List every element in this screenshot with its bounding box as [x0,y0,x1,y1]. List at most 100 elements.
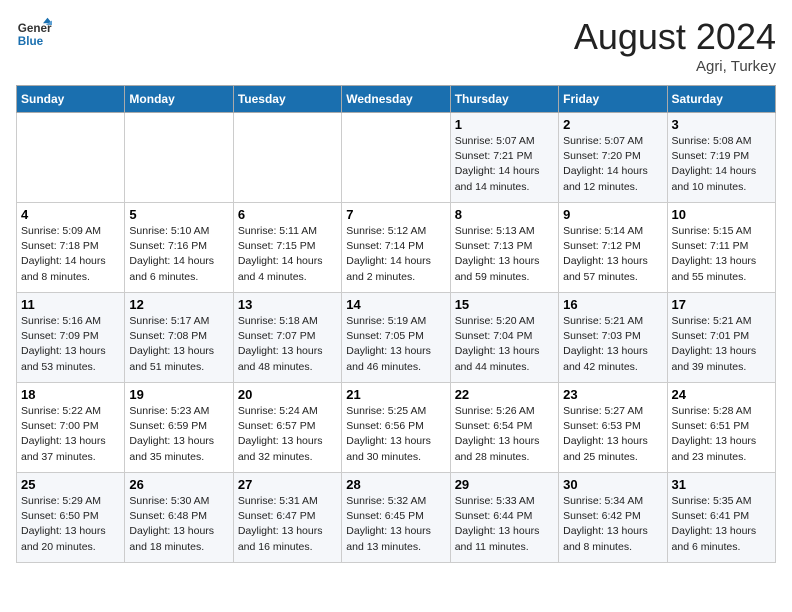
calendar-week-row: 11 Sunrise: 5:16 AM Sunset: 7:09 PM Dayli… [17,293,776,383]
day-info: Sunrise: 5:35 AM Sunset: 6:41 PM Dayligh… [672,494,771,555]
calendar-cell: 3Sunrise: 5:08 AM Sunset: 7:19 PM Daylig… [667,113,775,203]
calendar-cell: 10 Sunrise: 5:15 AM Sunset: 7:11 PM Dayli… [667,203,775,293]
weekday-header-friday: Friday [559,86,667,113]
calendar-cell: 17Sunrise: 5:21 AM Sunset: 7:01 PM Dayli… [667,293,775,383]
weekday-header-saturday: Saturday [667,86,775,113]
calendar-cell: 8Sunrise: 5:13 AM Sunset: 7:13 PM Daylig… [450,203,558,293]
day-number: 18 [21,387,120,402]
day-number: 12 [129,297,228,312]
calendar-cell: 15 Sunrise: 5:20 AM Sunset: 7:04 PM Dayli… [450,293,558,383]
calendar-cell: 29 Sunrise: 5:33 AM Sunset: 6:44 PM Dayli… [450,473,558,563]
calendar-cell: 9 Sunrise: 5:14 AM Sunset: 7:12 PM Daylig… [559,203,667,293]
calendar-cell: 30 Sunrise: 5:34 AM Sunset: 6:42 PM Dayli… [559,473,667,563]
day-info: Sunrise: 5:19 AM Sunset: 7:05 PM Dayligh… [346,314,445,375]
day-number: 5 [129,207,228,222]
calendar-cell: 21 Sunrise: 5:25 AM Sunset: 6:56 PM Dayli… [342,383,450,473]
calendar-cell: 23 Sunrise: 5:27 AM Sunset: 6:53 PM Dayli… [559,383,667,473]
calendar-week-row: 18 Sunrise: 5:22 AM Sunset: 7:00 PM Dayli… [17,383,776,473]
calendar-cell: 11 Sunrise: 5:16 AM Sunset: 7:09 PM Dayli… [17,293,125,383]
day-info: Sunrise: 5:30 AM Sunset: 6:48 PM Dayligh… [129,494,228,555]
weekday-header-row: SundayMondayTuesdayWednesdayThursdayFrid… [17,86,776,113]
day-info: Sunrise: 5:31 AM Sunset: 6:47 PM Dayligh… [238,494,337,555]
calendar-cell: 28Sunrise: 5:32 AM Sunset: 6:45 PM Dayli… [342,473,450,563]
day-number: 21 [346,387,445,402]
calendar-cell: 14 Sunrise: 5:19 AM Sunset: 7:05 PM Dayli… [342,293,450,383]
day-info: Sunrise: 5:26 AM Sunset: 6:54 PM Dayligh… [455,404,554,465]
calendar-cell [233,113,341,203]
day-info: Sunrise: 5:11 AM Sunset: 7:15 PM Dayligh… [238,224,337,285]
logo-icon: General Blue [16,16,52,52]
calendar-week-row: 25 Sunrise: 5:29 AM Sunset: 6:50 PM Dayli… [17,473,776,563]
calendar-table: SundayMondayTuesdayWednesdayThursdayFrid… [16,85,776,563]
day-info: Sunrise: 5:16 AM Sunset: 7:09 PM Dayligh… [21,314,120,375]
day-info: Sunrise: 5:27 AM Sunset: 6:53 PM Dayligh… [563,404,662,465]
day-number: 31 [672,477,771,492]
day-number: 11 [21,297,120,312]
day-number: 19 [129,387,228,402]
weekday-header-sunday: Sunday [17,86,125,113]
day-info: Sunrise: 5:08 AM Sunset: 7:19 PM Dayligh… [672,134,771,195]
day-number: 6 [238,207,337,222]
day-number: 2 [563,117,662,132]
location: Agri, Turkey [574,58,776,75]
svg-text:General: General [18,22,52,35]
day-info: Sunrise: 5:20 AM Sunset: 7:04 PM Dayligh… [455,314,554,375]
page-header: General Blue August 2024 Agri, Turkey [16,16,776,75]
day-number: 10 [672,207,771,222]
day-info: Sunrise: 5:10 AM Sunset: 7:16 PM Dayligh… [129,224,228,285]
day-info: Sunrise: 5:23 AM Sunset: 6:59 PM Dayligh… [129,404,228,465]
calendar-cell: 25 Sunrise: 5:29 AM Sunset: 6:50 PM Dayli… [17,473,125,563]
day-number: 22 [455,387,554,402]
calendar-cell: 27 Sunrise: 5:31 AM Sunset: 6:47 PM Dayli… [233,473,341,563]
calendar-cell: 16Sunrise: 5:21 AM Sunset: 7:03 PM Dayli… [559,293,667,383]
calendar-cell: 12 Sunrise: 5:17 AM Sunset: 7:08 PM Dayli… [125,293,233,383]
day-info: Sunrise: 5:21 AM Sunset: 7:01 PM Dayligh… [672,314,771,375]
day-number: 9 [563,207,662,222]
day-number: 27 [238,477,337,492]
day-info: Sunrise: 5:17 AM Sunset: 7:08 PM Dayligh… [129,314,228,375]
day-number: 23 [563,387,662,402]
day-info: Sunrise: 5:22 AM Sunset: 7:00 PM Dayligh… [21,404,120,465]
day-number: 26 [129,477,228,492]
day-number: 15 [455,297,554,312]
day-number: 29 [455,477,554,492]
day-number: 13 [238,297,337,312]
calendar-cell: 31 Sunrise: 5:35 AM Sunset: 6:41 PM Dayli… [667,473,775,563]
title-block: August 2024 Agri, Turkey [574,16,776,75]
day-number: 25 [21,477,120,492]
day-info: Sunrise: 5:15 AM Sunset: 7:11 PM Dayligh… [672,224,771,285]
calendar-cell: 7Sunrise: 5:12 AM Sunset: 7:14 PM Daylig… [342,203,450,293]
calendar-cell: 20 Sunrise: 5:24 AM Sunset: 6:57 PM Dayli… [233,383,341,473]
day-info: Sunrise: 5:21 AM Sunset: 7:03 PM Dayligh… [563,314,662,375]
day-info: Sunrise: 5:25 AM Sunset: 6:56 PM Dayligh… [346,404,445,465]
calendar-cell [125,113,233,203]
calendar-week-row: 4Sunrise: 5:09 AM Sunset: 7:18 PM Daylig… [17,203,776,293]
calendar-cell [342,113,450,203]
day-info: Sunrise: 5:24 AM Sunset: 6:57 PM Dayligh… [238,404,337,465]
calendar-cell: 2Sunrise: 5:07 AM Sunset: 7:20 PM Daylig… [559,113,667,203]
day-number: 28 [346,477,445,492]
calendar-cell: 22 Sunrise: 5:26 AM Sunset: 6:54 PM Dayli… [450,383,558,473]
day-number: 7 [346,207,445,222]
day-number: 14 [346,297,445,312]
calendar-cell: 18 Sunrise: 5:22 AM Sunset: 7:00 PM Dayli… [17,383,125,473]
day-number: 30 [563,477,662,492]
calendar-cell: 4Sunrise: 5:09 AM Sunset: 7:18 PM Daylig… [17,203,125,293]
day-info: Sunrise: 5:28 AM Sunset: 6:51 PM Dayligh… [672,404,771,465]
day-number: 24 [672,387,771,402]
day-info: Sunrise: 5:18 AM Sunset: 7:07 PM Dayligh… [238,314,337,375]
weekday-header-tuesday: Tuesday [233,86,341,113]
calendar-cell: 26 Sunrise: 5:30 AM Sunset: 6:48 PM Dayli… [125,473,233,563]
day-number: 8 [455,207,554,222]
svg-text:Blue: Blue [18,35,44,48]
calendar-cell: 19 Sunrise: 5:23 AM Sunset: 6:59 PM Dayli… [125,383,233,473]
logo: General Blue [16,16,52,52]
weekday-header-monday: Monday [125,86,233,113]
day-info: Sunrise: 5:29 AM Sunset: 6:50 PM Dayligh… [21,494,120,555]
day-info: Sunrise: 5:14 AM Sunset: 7:12 PM Dayligh… [563,224,662,285]
calendar-week-row: 1Sunrise: 5:07 AM Sunset: 7:21 PM Daylig… [17,113,776,203]
day-info: Sunrise: 5:34 AM Sunset: 6:42 PM Dayligh… [563,494,662,555]
weekday-header-wednesday: Wednesday [342,86,450,113]
day-number: 20 [238,387,337,402]
day-info: Sunrise: 5:33 AM Sunset: 6:44 PM Dayligh… [455,494,554,555]
